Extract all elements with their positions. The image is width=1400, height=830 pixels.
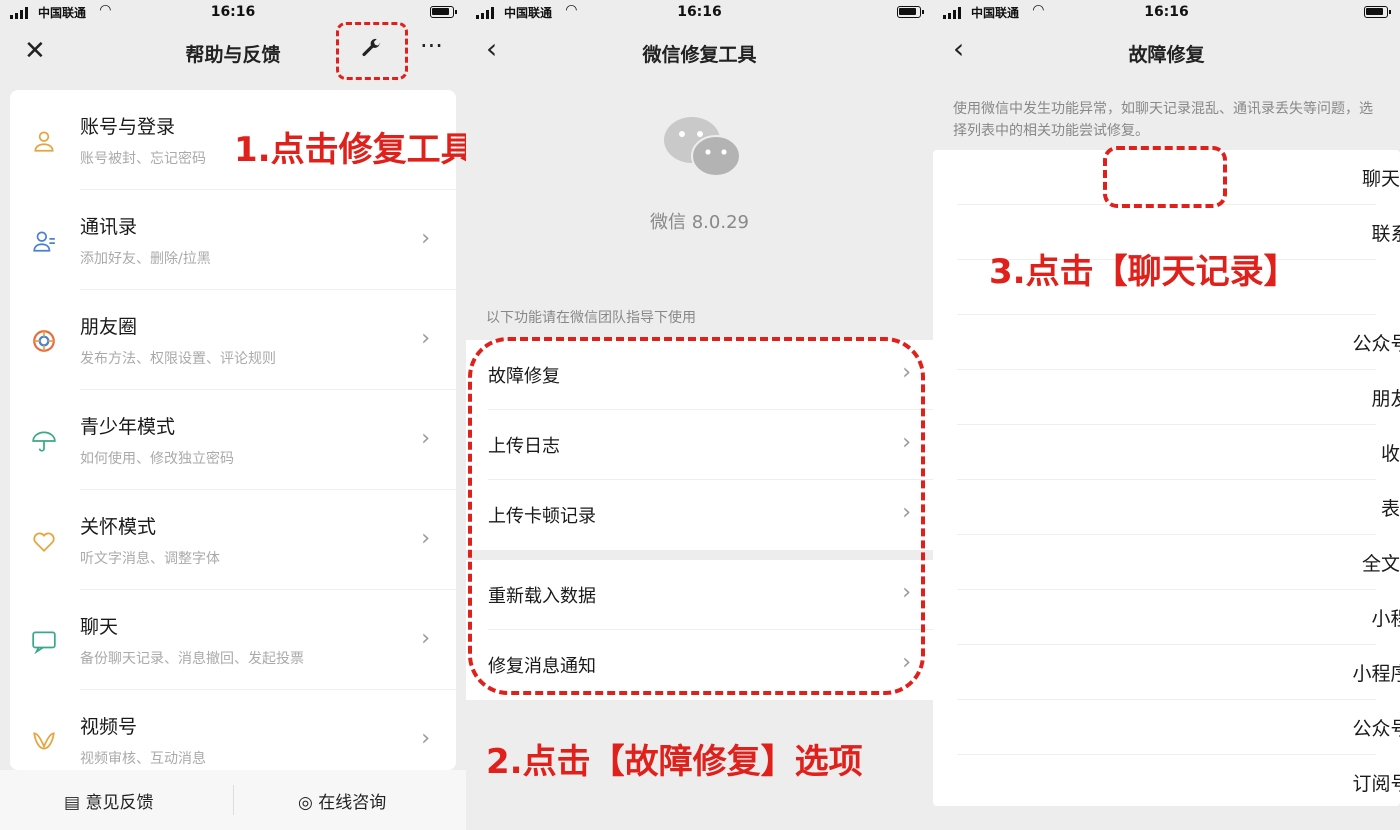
list-item[interactable]: 关怀模式 听文字消息、调整字体 › [10,490,456,590]
item-subtitle: 添加好友、删除/拉黑 [80,251,211,267]
list-item[interactable]: 公众号消息 [933,315,1400,370]
item-title: 关怀模式 [80,516,157,538]
more-icon[interactable]: ··· [420,32,443,60]
item-subtitle: 发布方法、权限设置、评论规则 [80,351,276,367]
item-label: 收藏 [1380,443,1400,465]
status-time: 16:16 [677,4,722,20]
nav-bar: ‹ 故障修复 [933,30,1400,74]
section-hint: 以下功能请在微信团队指导下使用 [486,310,696,326]
contacts-icon [30,228,58,256]
item-subtitle: 账号被封、忘记密码 [80,151,206,167]
consult-label: 在线咨询 [318,793,387,813]
chevron-right-icon: › [421,426,430,451]
chat-icon [30,628,58,656]
person-icon [30,128,58,156]
battery-icon [897,6,924,18]
status-bar: 中国联通 ◠ 16:16 [933,0,1400,26]
item-subtitle: 视频审核、互动消息 [80,751,206,767]
document-icon: ▤ [64,793,81,813]
chevron-right-icon: › [421,226,430,251]
item-label: 订阅号消息 [1352,773,1400,795]
list-item[interactable]: 朋友圈 发布方法、权限设置、评论规则 › [10,290,456,390]
annotation-step-3: 3.点击【聊天记录】 [989,252,1298,292]
battery-icon [430,6,457,18]
page-title: 微信修复工具 [642,44,757,66]
list-item[interactable]: 小程序 [933,590,1400,645]
list-item[interactable]: 全文搜索 [933,535,1400,590]
list-item[interactable]: 青少年模式 如何使用、修改独立密码 › [10,390,456,490]
page-title: 故障修复 [1128,44,1205,66]
item-label: 公众号会话 [1352,718,1400,740]
item-label: 全文搜索 [1361,553,1400,575]
chevron-right-icon: › [421,326,430,351]
umbrella-icon [30,428,58,456]
battery-icon [1364,6,1391,18]
item-label: 公众号消息 [1352,333,1400,355]
item-title: 通讯录 [80,216,138,238]
chevron-right-icon: › [421,526,430,551]
list-item[interactable]: 朋友圈 [933,370,1400,425]
feedback-label: 意见反馈 [85,793,154,813]
wechat-logo-icon [664,117,741,177]
status-bar: 中国联通 ◠ 16:16 [466,0,933,26]
item-subtitle: 备份聊天记录、消息撤回、发起投票 [80,651,304,667]
item-subtitle: 听文字消息、调整字体 [80,551,220,567]
help-feedback-screen: 中国联通 ◠ 16:16 ✕ 帮助与反馈 ··· 账号与登录 账号被封、忘记密码… [0,0,466,830]
item-label: 小程序 [1371,608,1400,630]
wrench-highlight [336,22,408,80]
repair-options-highlight [468,337,925,695]
help-topic-list: 账号与登录 账号被封、忘记密码 通讯录 添加好友、删除/拉黑 › 朋友圈 发布方… [10,90,456,770]
list-item[interactable]: 视频号 视频审核、互动消息 › [10,690,456,770]
version-label: 微信 8.0.29 [650,212,749,233]
care-icon [30,528,58,556]
item-label: 联系人 [1371,223,1400,245]
list-item[interactable]: 收藏 [933,425,1400,480]
list-item[interactable]: 订阅号消息 [933,755,1400,810]
moments-icon [30,328,58,356]
feedback-button[interactable]: ▤ 意见反馈 [64,788,153,813]
list-item[interactable]: 通讯录 添加好友、删除/拉黑 › [10,190,456,290]
chat-history-highlight [1103,146,1227,208]
repair-tool-screen: 中国联通 ◠ 16:16 ‹ 微信修复工具 微信 8.0.29 以下功能请在微信… [466,0,933,830]
item-title: 朋友圈 [80,316,138,338]
repair-description: 使用微信中发生功能异常，如聊天记录混乱、通讯录丢失等问题，选择列表中的相关功能尝… [953,101,1373,139]
message-icon: ◎ [298,793,313,813]
item-title: 青少年模式 [80,416,176,438]
item-label: 朋友圈 [1371,388,1400,410]
status-time: 16:16 [210,4,256,20]
consult-button[interactable]: ◎ 在线咨询 [298,788,386,813]
chevron-right-icon: › [421,726,430,751]
item-label: 小程序会话 [1352,663,1400,685]
list-item[interactable]: 公众号会话 [933,700,1400,755]
item-title: 视频号 [80,716,138,738]
nav-bar: ‹ 微信修复工具 [466,30,933,74]
list-item[interactable]: 表情 [933,480,1400,535]
list-item[interactable]: 小程序会话 [933,645,1400,700]
status-time: 16:16 [1144,4,1189,20]
item-title: 聊天 [80,616,119,638]
list-item[interactable]: 聊天 备份聊天记录、消息撤回、发起投票 › [10,590,456,690]
item-label: 表情 [1380,498,1400,520]
item-subtitle: 如何使用、修改独立密码 [80,451,234,467]
bottom-bar: ▤ 意见反馈 ◎ 在线咨询 [0,770,466,830]
channels-icon [30,728,58,756]
annotation-step-2: 2.点击【故障修复】选项 [486,742,863,782]
fault-repair-screen: 中国联通 ◠ 16:16 ‹ 故障修复 使用微信中发生功能异常，如聊天记录混乱、… [933,0,1400,830]
annotation-step-1: 1.点击修复工具图标 [234,130,466,170]
item-title: 账号与登录 [80,116,176,138]
chevron-right-icon: › [421,626,430,651]
